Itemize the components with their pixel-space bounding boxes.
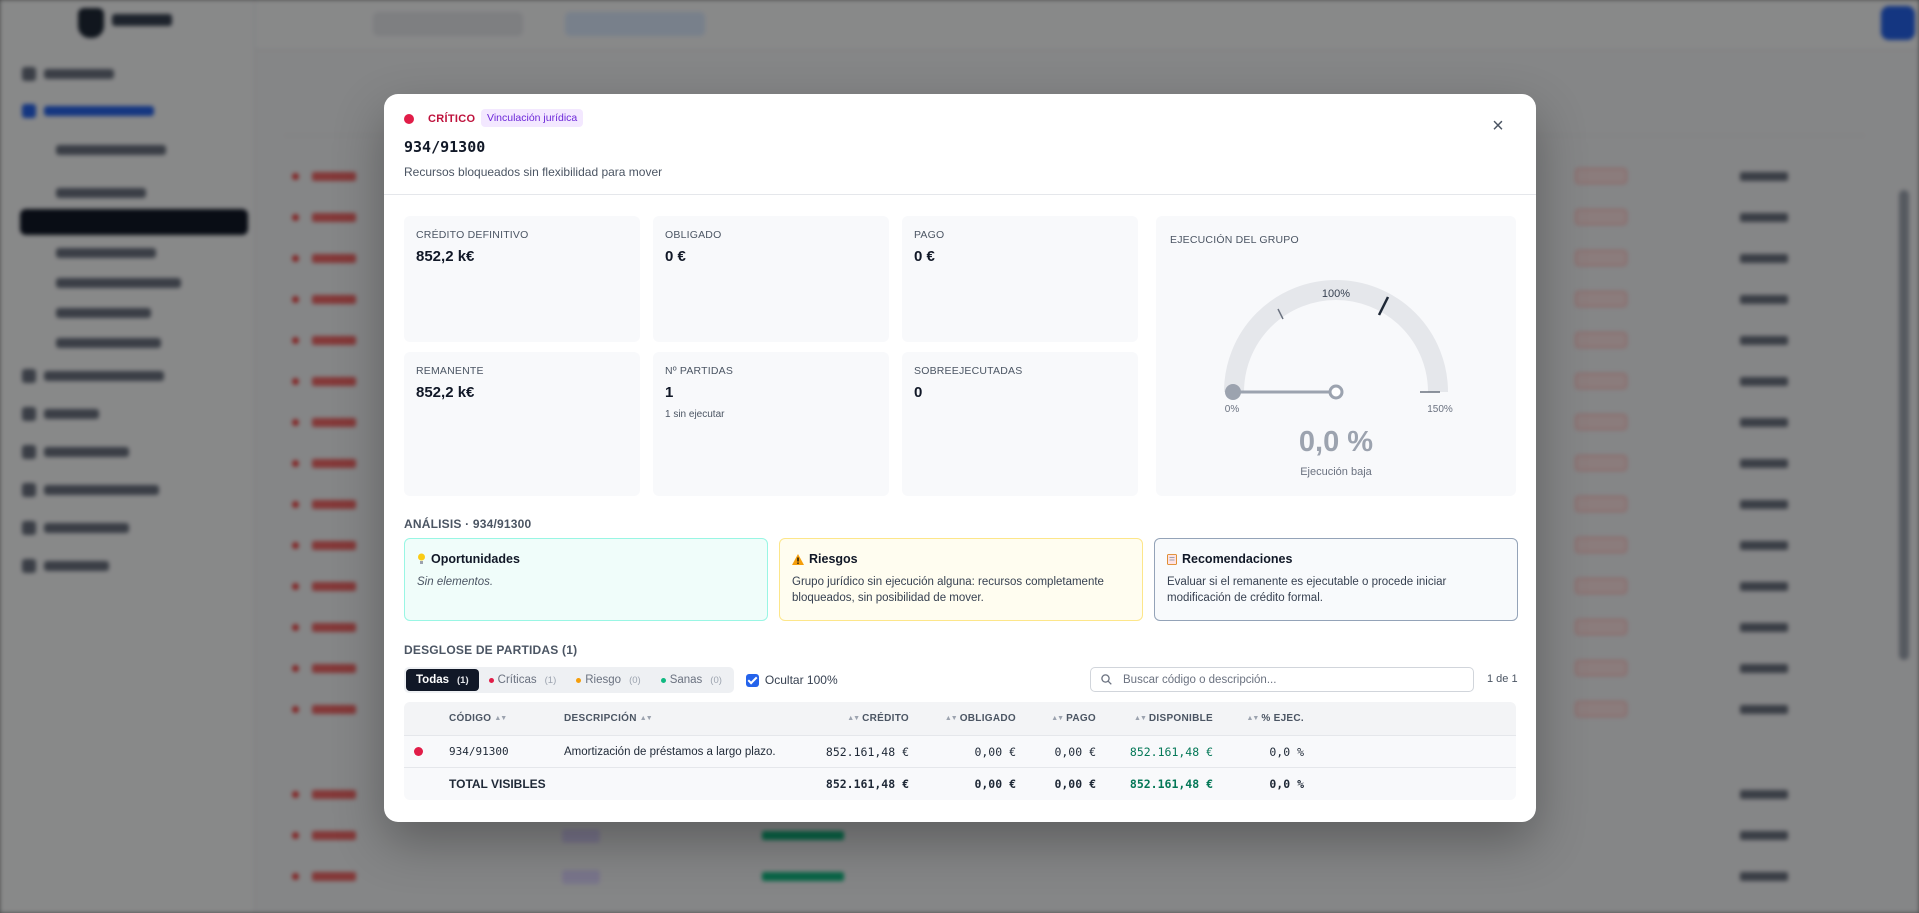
healthy-dot-icon	[660, 677, 666, 683]
clipboard-icon	[1167, 554, 1177, 565]
total-credit: 852.161,48 €	[825, 777, 909, 791]
risks-card: Riesgos Grupo jurídico sin ejecución alg…	[779, 538, 1143, 621]
sort-icon: ▲▼	[1051, 715, 1064, 722]
filter-bar: Todas (1) Críticas (1) Riesgo (0) Sanas (0) …	[404, 667, 838, 693]
cell-credit: 852.161,48 €	[825, 744, 909, 759]
filter-segmented-control: Todas (1) Críticas (1) Riesgo (0) Sanas (0)	[404, 667, 734, 693]
stat-note: 1 sin ejecutar	[665, 409, 725, 420]
stat-value: 852,2 k€	[416, 248, 475, 265]
close-icon[interactable]: ×	[1492, 115, 1504, 137]
column-header-exec[interactable]: ▲▼% EJEC.	[1224, 702, 1304, 735]
gauge-value: 0,0 %	[1298, 426, 1374, 458]
column-header-available[interactable]: ▲▼ DISPONIBLE	[1104, 702, 1213, 735]
modal-title: 934/91300	[404, 138, 486, 156]
stat-value: 1	[665, 384, 674, 401]
gauge-tick-150-label: 150%	[1427, 404, 1453, 415]
critical-status-dot	[404, 114, 414, 124]
opportunities-card: Oportunidades Sin elementos.	[404, 538, 768, 621]
cell-paid: 0,00 €	[1054, 744, 1096, 759]
stat-sobreejecutadas: SOBREEJECUTADAS 0	[902, 352, 1138, 496]
execution-gauge-card: EJECUCIÓN DEL GRUPO 100% 0% 150% 0,0 % E…	[1156, 216, 1516, 496]
gauge-pivot	[1328, 384, 1344, 400]
column-header-code[interactable]: CÓDIGO ▲▼	[449, 702, 559, 735]
sort-icon: ▲▼	[847, 715, 860, 722]
table-total-row: TOTAL VISIBLES 852.161,48 € 0,00 € 0,00 …	[404, 768, 1516, 800]
warning-icon	[792, 553, 804, 565]
filter-risk[interactable]: Riesgo (0)	[566, 669, 650, 691]
partidas-table: CÓDIGO ▲▼ DESCRIPCIÓN ▲▼ ▲▼ CRÉDITO ▲▼ OBLIG…	[404, 702, 1516, 800]
recommendations-card: Recomendaciones Evaluar si el remanente …	[1154, 538, 1518, 621]
stat-num-partidas: Nº PARTIDAS 1 1 sin ejecutar	[653, 352, 889, 496]
stat-label: REMANENTE	[416, 365, 484, 377]
detail-modal: CRÍTICO Vinculación jurídica 934/91300 R…	[384, 94, 1536, 822]
sort-icon: ▲▼	[494, 715, 507, 722]
modal-header: CRÍTICO Vinculación jurídica 934/91300 R…	[384, 94, 1536, 195]
hide-full-checkbox[interactable]: Ocultar 100%	[745, 673, 838, 687]
cell-available: 852.161,48 €	[1129, 744, 1213, 759]
search-box[interactable]	[1090, 667, 1474, 692]
breakdown-title: DESGLOSE DE PARTIDAS (1)	[404, 643, 578, 657]
search-icon	[1101, 674, 1112, 685]
total-obligated: 0,00 €	[974, 777, 1016, 791]
hide-full-label: Ocultar 100%	[764, 673, 838, 687]
lightbulb-icon	[418, 553, 425, 564]
opportunities-text: Sin elementos.	[417, 576, 494, 588]
column-header-paid[interactable]: ▲▼ PAGO	[1024, 702, 1096, 735]
stat-value: 0 €	[665, 248, 686, 265]
risks-title: Riesgos	[809, 552, 858, 566]
pagination-info: 1 de 1	[1487, 673, 1518, 685]
risks-text: Grupo jurídico sin ejecución alguna: rec…	[792, 576, 1104, 604]
sort-icon: ▲▼	[944, 715, 958, 722]
filter-critical[interactable]: Críticas (1)	[479, 669, 567, 691]
stat-label: OBLIGADO	[665, 229, 722, 241]
recommendations-text: Evaluar si el remanente es ejecutable o …	[1167, 576, 1447, 604]
total-paid: 0,00 €	[1054, 777, 1096, 791]
analysis-title: ANÁLISIS · 934/91300	[404, 517, 532, 531]
sort-icon: ▲▼	[1246, 715, 1259, 722]
column-header-obligated[interactable]: ▲▼ OBLIGADO	[924, 702, 1016, 735]
table-header: CÓDIGO ▲▼ DESCRIPCIÓN ▲▼ ▲▼ CRÉDITO ▲▼ OBLIG…	[404, 702, 1516, 736]
filter-all[interactable]: Todas (1)	[406, 669, 479, 691]
cell-code: 934/91300	[449, 745, 509, 758]
stat-label: CRÉDITO DEFINITIVO	[416, 229, 529, 241]
total-exec: 0,0 %	[1269, 777, 1304, 791]
close-button[interactable]: ×	[1488, 116, 1508, 136]
sort-icon: ▲▼	[1134, 715, 1147, 722]
stat-value: 0 €	[914, 248, 935, 265]
gauge-caption: Ejecución baja	[1300, 466, 1372, 478]
critical-dot-icon	[414, 747, 423, 756]
search-input[interactable]	[1123, 668, 1463, 691]
category-tag: Vinculación jurídica	[481, 109, 584, 127]
risk-dot-icon	[576, 677, 582, 683]
total-available: 852.161,48 €	[1129, 777, 1213, 791]
row-status	[414, 736, 434, 767]
stat-credito-definitivo: CRÉDITO DEFINITIVO 852,2 k€	[404, 216, 640, 342]
stat-value: 852,2 k€	[416, 384, 475, 401]
stat-remanente: REMANENTE 852,2 k€	[404, 352, 640, 496]
checkbox-checked-icon[interactable]	[745, 673, 759, 687]
severity-label: CRÍTICO	[428, 113, 476, 125]
modal-subtitle: Recursos bloqueados sin flexibilidad par…	[404, 165, 663, 179]
gauge-needle-tip	[1225, 384, 1241, 400]
stat-label: SOBREEJECUTADAS	[914, 365, 1023, 377]
stat-obligado: OBLIGADO 0 €	[653, 216, 889, 342]
stat-value: 0	[914, 384, 923, 401]
total-label: TOTAL VISIBLES	[449, 777, 546, 791]
gauge-tick-0-label: 0%	[1225, 404, 1240, 415]
sort-icon: ▲▼	[639, 715, 653, 722]
table-row[interactable]: 934/91300 Amortización de préstamos a la…	[404, 736, 1516, 768]
stat-label: PAGO	[914, 229, 945, 241]
column-header-description[interactable]: DESCRIPCIÓN ▲▼	[564, 702, 764, 735]
filter-healthy[interactable]: Sanas (0)	[651, 669, 732, 691]
opportunities-title: Oportunidades	[431, 552, 520, 566]
stat-pago: PAGO 0 €	[902, 216, 1138, 342]
cell-obligated: 0,00 €	[974, 744, 1016, 759]
critical-dot-icon	[488, 677, 494, 683]
cell-exec: 0,0 %	[1269, 744, 1304, 759]
recommendations-title: Recomendaciones	[1182, 552, 1293, 566]
column-header-credit[interactable]: ▲▼ CRÉDITO	[804, 702, 909, 735]
stat-label: Nº PARTIDAS	[665, 365, 734, 377]
gauge-track	[1224, 280, 1448, 393]
gauge-tick-100-label: 100%	[1322, 288, 1350, 300]
